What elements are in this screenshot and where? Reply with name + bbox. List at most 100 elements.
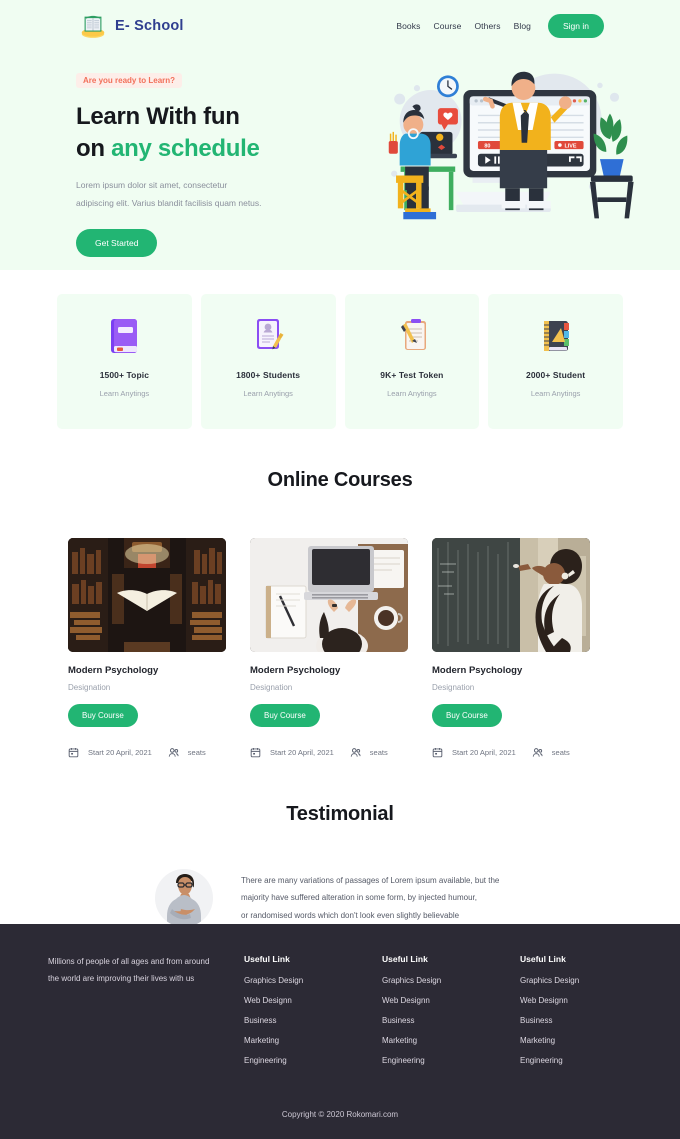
course-name: Modern Psychology <box>68 665 159 676</box>
feature-subtitle: Learn Anytings <box>243 389 293 398</box>
footer-column-1: Useful Link Graphics Design Web Designn … <box>244 954 360 1076</box>
footer-column-heading: Useful Link <box>382 954 428 964</box>
feature-cards: 1500+ Topic Learn Anytings 1800+ Student… <box>0 270 680 429</box>
hero-sub-line2: adipiscing elit. Varius blandit facilisi… <box>76 197 262 208</box>
course-name: Modern Psychology <box>432 665 523 676</box>
footer-link-marketing[interactable]: Marketing <box>520 1036 636 1045</box>
open-book-logo-icon <box>78 11 108 41</box>
footer-column-heading: Useful Link <box>520 954 566 964</box>
calendar-icon <box>432 747 443 758</box>
course-seats: seats <box>369 748 388 757</box>
footer-link-graphics-design[interactable]: Graphics Design <box>520 976 636 985</box>
feature-card-students[interactable]: 1800+ Students Learn Anytings <box>200 294 336 429</box>
hero-copy: Are you ready to Learn? Learn With fun o… <box>76 62 376 257</box>
people-icon <box>168 747 179 758</box>
course-name: Modern Psychology <box>250 665 341 676</box>
course-seats: seats <box>187 748 206 757</box>
feature-subtitle: Learn Anytings <box>530 389 581 398</box>
laptop-desk-photo-icon <box>250 538 408 652</box>
testimonial-line2: majority have suffered alteration in som… <box>241 893 477 903</box>
feature-card-test-tokens[interactable]: 9K+ Test Token Learn Anytings <box>344 294 480 429</box>
footer-link-engineering[interactable]: Engineering <box>382 1056 498 1065</box>
footer-link-web-design[interactable]: Web Designn <box>382 996 498 1005</box>
people-icon <box>532 747 543 758</box>
purple-book-icon <box>106 316 142 356</box>
buy-course-button[interactable]: Buy Course <box>68 704 138 727</box>
footer-link-graphics-design[interactable]: Graphics Design <box>244 976 360 985</box>
feature-title: 9K+ Test Token <box>380 370 444 380</box>
course-role: Designation <box>432 683 475 692</box>
footer-about-line1: Millions of people of all ages and from … <box>48 957 210 966</box>
footer-link-business[interactable]: Business <box>520 1016 636 1025</box>
feature-title: 1800+ Students <box>236 370 301 380</box>
nav-link-blog[interactable]: Blog <box>514 21 531 31</box>
nav-link-books[interactable]: Books <box>396 21 420 31</box>
course-date: Start 20 April, 2021 <box>452 748 516 757</box>
footer-link-marketing[interactable]: Marketing <box>244 1036 360 1045</box>
nav-links: Books Course Others Blog Sign in <box>396 14 604 38</box>
buy-course-button[interactable]: Buy Course <box>432 704 502 727</box>
buy-course-button[interactable]: Buy Course <box>250 704 320 727</box>
hero-title-line2-plain: on <box>76 134 112 162</box>
hero-sub-line1: Lorem ipsum dolor sit amet, consectetur <box>76 179 228 190</box>
people-icon <box>350 747 361 758</box>
course-role: Designation <box>250 683 293 692</box>
nav-link-others[interactable]: Others <box>474 21 500 31</box>
hero-subtitle: Lorem ipsum dolor sit amet, consectetur … <box>76 177 376 213</box>
feature-title: 1500+ Topic <box>99 370 150 380</box>
testimonial-text: There are many variations of passages of… <box>241 872 499 924</box>
footer: Millions of people of all ages and from … <box>0 924 680 1139</box>
hero-title-line2-accent: any schedule <box>111 134 260 162</box>
feature-subtitle: Learn Anytings <box>387 389 437 398</box>
footer-column-2: Useful Link Graphics Design Web Designn … <box>382 954 498 1076</box>
hero-title-line1: Learn With fun <box>76 103 240 130</box>
online-courses-heading: Online Courses <box>267 469 413 491</box>
feature-card-student-count[interactable]: 2000+ Student Learn Anytings <box>488 294 623 429</box>
notebook-ruler-icon <box>538 316 574 356</box>
course-meta: Start 20 April, 2021 seats <box>250 747 408 758</box>
footer-link-web-design[interactable]: Web Designn <box>244 996 360 1005</box>
course-card[interactable]: Modern Psychology Designation Buy Course… <box>68 538 226 758</box>
feature-subtitle: Learn Anytings <box>99 389 150 398</box>
footer-link-engineering[interactable]: Engineering <box>244 1056 360 1065</box>
online-classroom-illustration-icon: 80 LIVE <box>376 58 640 233</box>
copyright: Copyright © 2020 Rokomari.com <box>281 1110 399 1119</box>
navbar: E- School Books Course Others Blog Sign … <box>0 0 680 44</box>
page-title: Learn With fun on any schedule <box>76 101 376 165</box>
course-date: Start 20 April, 2021 <box>88 748 152 757</box>
feature-card-topics[interactable]: 1500+ Topic Learn Anytings <box>57 294 192 429</box>
footer-link-business[interactable]: Business <box>244 1016 360 1025</box>
brand-name: E- School <box>115 18 184 34</box>
calendar-icon <box>68 747 79 758</box>
brand-logo[interactable]: E- School <box>78 11 184 41</box>
footer-link-marketing[interactable]: Marketing <box>382 1036 498 1045</box>
hero-content: Are you ready to Learn? Learn With fun o… <box>0 44 680 257</box>
get-started-button[interactable]: Get Started <box>76 228 158 257</box>
course-card[interactable]: Modern Psychology Designation Buy Course… <box>432 538 590 758</box>
svg-text:LIVE: LIVE <box>564 143 576 149</box>
course-meta: Start 20 April, 2021 seats <box>68 747 226 758</box>
footer-link-graphics-design[interactable]: Graphics Design <box>382 976 498 985</box>
course-card[interactable]: Modern Psychology Designation Buy Course… <box>250 538 408 758</box>
testimonial-line3: or randomised words which don't look eve… <box>241 910 460 920</box>
clipboard-pen-icon <box>394 316 430 356</box>
landing-page: E- School Books Course Others Blog Sign … <box>0 0 680 1139</box>
person-avatar-photo-icon <box>155 869 213 927</box>
footer-link-business[interactable]: Business <box>382 1016 498 1025</box>
course-meta: Start 20 April, 2021 seats <box>432 747 590 758</box>
footer-column-heading: Useful Link <box>244 954 290 964</box>
nav-link-course[interactable]: Course <box>433 21 461 31</box>
testimonial-line1: There are many variations of passages of… <box>241 876 500 886</box>
testimonial-heading: Testimonial <box>286 803 394 825</box>
sign-in-button[interactable]: Sign in <box>548 14 604 38</box>
svg-text:80: 80 <box>484 143 490 149</box>
footer-link-engineering[interactable]: Engineering <box>520 1056 636 1065</box>
certificate-pen-icon <box>250 316 286 356</box>
footer-link-web-design[interactable]: Web Designn <box>520 996 636 1005</box>
footer-top: Millions of people of all ages and from … <box>0 924 680 1076</box>
course-date: Start 20 April, 2021 <box>270 748 334 757</box>
hero-eyebrow: Are you ready to Learn? <box>76 73 183 88</box>
hero-section: E- School Books Course Others Blog Sign … <box>0 0 680 270</box>
course-seats: seats <box>551 748 570 757</box>
footer-about: Millions of people of all ages and from … <box>48 954 241 1076</box>
